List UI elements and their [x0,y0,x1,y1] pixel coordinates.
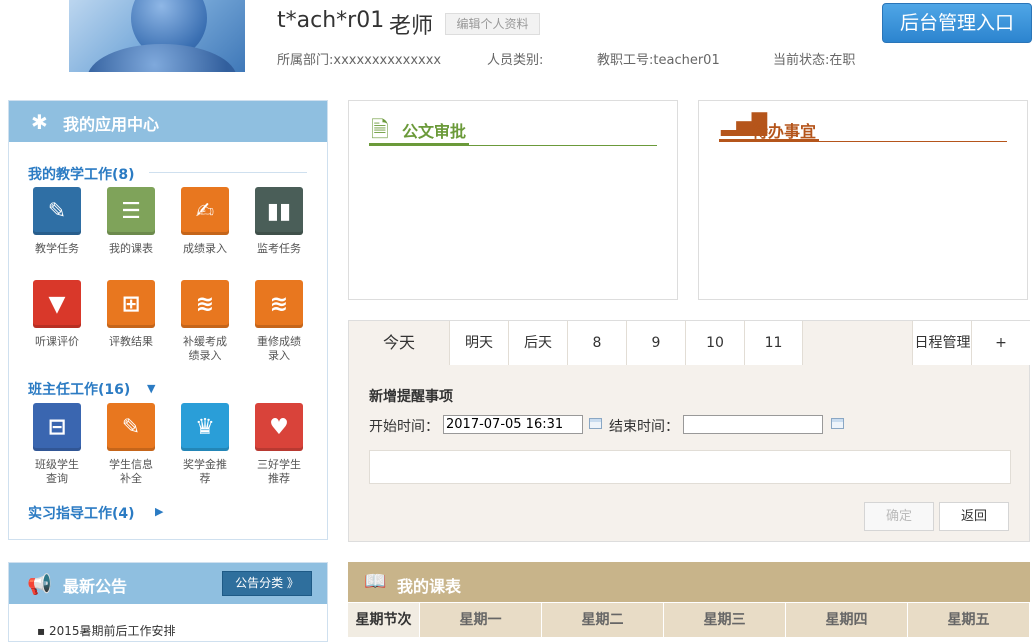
section-divider [149,172,307,173]
binder-icon: ▮▮ [255,187,303,235]
teaching-section-title[interactable]: 我的教学工作(8) [28,164,135,184]
inbox-icon: ⊟ [33,403,81,451]
bookmark-icon: ▼ [33,280,81,328]
column-header: 星期节次 [348,603,420,637]
notice-item-text[interactable]: 2015暑期前后工作安排 [49,624,176,638]
app-retake-grade-entry[interactable]: ≋ 重修成绩录入 [244,280,314,363]
user-role: 老师 [389,14,434,39]
app-proctor-task[interactable]: ▮▮ 监考任务 [244,187,314,256]
calculator-icon: ⊞ [107,280,155,328]
todo-divider [719,139,1007,142]
app-student-info-complete[interactable]: ✎ 学生信息补全 [96,403,166,486]
timetable-panel: 📖 我的课表 星期节次 星期一 星期二 星期三 星期四 星期五 [348,562,1030,642]
end-time-input[interactable] [683,415,823,434]
app-label: 监考任务 [257,242,301,255]
notice-category-button[interactable]: 公告分类 》 [222,571,312,596]
app-label: 奖学金推荐 [183,458,227,485]
notice-panel: 📢 最新公告 公告分类 》 ▪ 2015暑期前后工作安排 [8,562,328,642]
column-header: 星期二 [542,603,664,637]
notice-title: 最新公告 [63,577,128,596]
tab-day-9[interactable]: 9 [626,321,685,365]
layers-icon: ≋ [255,280,303,328]
tab-day-10[interactable]: 10 [685,321,744,365]
app-label: 成绩录入 [183,242,227,255]
app-label: 学生信息补全 [109,458,153,485]
timetable-header: 📖 我的课表 [348,562,1030,602]
tab-tomorrow[interactable]: 明天 [449,321,508,365]
app-center-title: 我的应用中心 [63,115,160,134]
puzzle-icon: ✱ [31,110,48,134]
schedule-add-button[interactable]: + [971,321,1030,365]
layers-icon: ≋ [181,280,229,328]
pencil-icon: ✎ [107,403,155,451]
app-label: 重修成绩录入 [257,335,301,362]
column-header: 星期五 [908,603,1030,637]
trophy-icon: ♛ [181,403,229,451]
start-time-input[interactable] [443,415,583,434]
tab-day-8[interactable]: 8 [567,321,626,365]
heart-icon: ♥ [255,403,303,451]
status-info: 当前状态:在职 [773,53,856,68]
app-center-header: ✱ 我的应用中心 [9,101,327,142]
app-grade-entry[interactable]: ✍ 成绩录入 [170,187,240,256]
list-icon: ☰ [107,187,155,235]
triangle-right-icon[interactable]: ▶ [155,505,163,518]
app-label: 评教结果 [109,335,153,348]
pencil-icon: ✎ [33,187,81,235]
app-evaluation-result[interactable]: ⊞ 评教结果 [96,280,166,349]
column-header: 星期四 [786,603,908,637]
confirm-button[interactable]: 确定 [864,502,934,531]
schedule-panel: 今天 明天 后天 8 9 10 11 日程管理 + 新增提醒事项 开始时间： 结… [348,320,1030,542]
tab-day-11[interactable]: 11 [744,321,803,365]
back-button[interactable]: 返回 [939,502,1009,531]
app-class-student-query[interactable]: ⊟ 班级学生查询 [22,403,92,486]
tab-day-after[interactable]: 后天 [508,321,567,365]
edit-profile-button[interactable]: 编辑个人资料 [445,13,540,35]
notice-header: 📢 最新公告 公告分类 》 [9,563,327,604]
calendar-icon[interactable] [831,418,844,429]
staff-type-info: 人员类别: [487,53,544,68]
start-time-label: 开始时间： [369,419,439,435]
todo-panel: ▂▅█ 待办事宜 [698,100,1028,300]
doc-approval-title[interactable]: 公文审批 [402,118,466,142]
timetable-title: 我的课表 [397,577,462,596]
notice-item[interactable]: ▪ 2015暑期前后工作安排 [37,622,176,639]
end-time-label: 结束时间： [609,419,679,435]
internship-section-title[interactable]: 实习指导工作(4) [28,503,135,523]
app-makeup-grade-entry[interactable]: ≋ 补缓考成绩录入 [170,280,240,363]
new-reminder-title: 新增提醒事项 [369,389,453,405]
app-lecture-evaluation[interactable]: ▼ 听课评价 [22,280,92,349]
book-icon: 📖 [364,571,387,592]
app-center-panel: ✱ 我的应用中心 我的教学工作(8) ✎ 教学任务 ☰ 我的课表 ✍ 成绩录入 … [8,100,328,540]
calendar-icon[interactable] [589,418,602,429]
app-label: 听课评价 [35,335,79,348]
app-label: 班级学生查询 [35,458,79,485]
app-label: 我的课表 [109,242,153,255]
app-label: 教学任务 [35,242,79,255]
reminder-content-input[interactable] [369,450,1011,484]
staff-id-info: 教职工号:teacher01 [597,53,720,68]
triangle-down-icon[interactable]: ▼ [147,382,155,395]
notes-icon: ✍ [181,187,229,235]
app-my-schedule[interactable]: ☰ 我的课表 [96,187,166,256]
schedule-manage-button[interactable]: 日程管理 [912,321,972,365]
app-merit-student-recommend[interactable]: ♥ 三好学生推荐 [244,403,314,486]
megaphone-icon: 📢 [27,572,52,596]
doc-approval-divider [369,143,657,146]
timetable-columns: 星期节次 星期一 星期二 星期三 星期四 星期五 [348,603,1030,639]
department-info: 所属部门:xxxxxxxxxxxxxx [277,53,442,68]
app-scholarship-recommend[interactable]: ♛ 奖学金推荐 [170,403,240,486]
app-teaching-task[interactable]: ✎ 教学任务 [22,187,92,256]
app-label: 三好学生推荐 [257,458,301,485]
user-avatar [69,0,245,72]
username: t*ach*r01 [277,8,385,33]
app-label: 补缓考成绩录入 [183,335,227,362]
column-header: 星期三 [664,603,786,637]
tab-today[interactable]: 今天 [349,321,449,365]
column-header: 星期一 [420,603,542,637]
doc-approval-panel: 🗎 公文审批 [348,100,678,300]
homeroom-section-title[interactable]: 班主任工作(16) [28,379,130,399]
admin-entry-button[interactable]: 后台管理入口 [882,3,1032,43]
